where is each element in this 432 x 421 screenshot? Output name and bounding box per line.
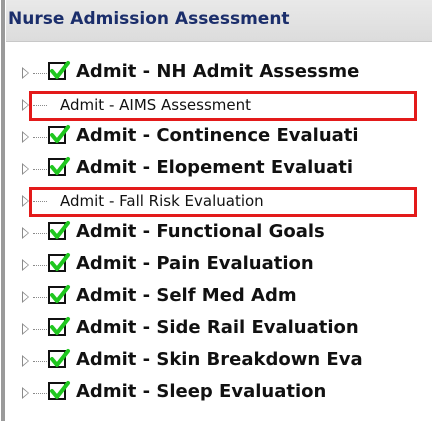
- tree-item-label: Admit - Side Rail Evaluation: [76, 317, 359, 338]
- tree-item[interactable]: Admit - Side Rail Evaluation: [6, 314, 432, 346]
- tree-item[interactable]: Admit - Skin Breakdown Eva: [6, 346, 432, 378]
- green-checkmark-icon: [50, 61, 70, 79]
- tree-item-label: Admit - Skin Breakdown Eva: [76, 349, 363, 370]
- green-checkmark-icon: [50, 285, 70, 303]
- expander-triangle-icon[interactable]: [22, 387, 29, 399]
- tree-connector: [33, 297, 47, 298]
- expander-triangle-icon[interactable]: [22, 259, 29, 271]
- tree-item[interactable]: Admit - Functional Goals: [6, 218, 432, 250]
- tree-item[interactable]: Admit - Continence Evaluati: [6, 122, 432, 154]
- checked-checkbox-icon[interactable]: [48, 61, 70, 80]
- expander-triangle-icon[interactable]: [22, 291, 29, 303]
- checked-checkbox-icon[interactable]: [48, 317, 70, 336]
- page-title: Nurse Admission Assessment: [8, 9, 290, 29]
- green-checkmark-icon: [50, 381, 70, 399]
- tree-item-label: Admit - Continence Evaluati: [76, 125, 359, 146]
- green-checkmark-icon: [50, 157, 70, 175]
- checked-checkbox-icon[interactable]: [48, 285, 70, 304]
- expander-triangle-icon[interactable]: [22, 195, 29, 207]
- checked-checkbox-icon[interactable]: [48, 221, 70, 240]
- tree-connector: [33, 329, 47, 330]
- checked-checkbox-icon[interactable]: [48, 349, 70, 368]
- panel-header: Nurse Admission Assessment: [6, 0, 432, 42]
- green-checkmark-icon: [50, 253, 70, 271]
- expander-triangle-icon[interactable]: [22, 163, 29, 175]
- tree-item[interactable]: Admit - Elopement Evaluati: [6, 154, 432, 186]
- tree-item-label: Admit - Functional Goals: [76, 221, 325, 242]
- green-checkmark-icon: [50, 349, 70, 367]
- tree-item-label: Admit - Self Med Adm: [76, 285, 297, 306]
- expander-triangle-icon[interactable]: [22, 227, 29, 239]
- tree-item[interactable]: Admit - Sleep Evaluation: [6, 378, 432, 410]
- checked-checkbox-icon[interactable]: [48, 125, 70, 144]
- green-checkmark-icon: [50, 317, 70, 335]
- tree-item-label: Admit - NH Admit Assessme: [76, 61, 360, 82]
- highlight-box: [29, 187, 417, 217]
- tree-connector: [33, 393, 47, 394]
- expander-triangle-icon[interactable]: [22, 355, 29, 367]
- expander-triangle-icon[interactable]: [22, 99, 29, 111]
- expander-triangle-icon[interactable]: [22, 67, 29, 79]
- tree-connector: [33, 169, 47, 170]
- tree-item-label: Admit - Elopement Evaluati: [76, 157, 354, 178]
- tree-item[interactable]: Admit - Pain Evaluation: [6, 250, 432, 282]
- checked-checkbox-icon[interactable]: [48, 253, 70, 272]
- left-border: [1, 0, 5, 421]
- green-checkmark-icon: [50, 125, 70, 143]
- tree-connector: [33, 265, 47, 266]
- checked-checkbox-icon[interactable]: [48, 381, 70, 400]
- tree-item-label: Admit - Sleep Evaluation: [76, 381, 327, 402]
- tree-connector: [33, 361, 47, 362]
- expander-triangle-icon[interactable]: [22, 323, 29, 335]
- expander-triangle-icon[interactable]: [22, 131, 29, 143]
- checked-checkbox-icon[interactable]: [48, 157, 70, 176]
- tree-connector: [33, 73, 47, 74]
- green-checkmark-icon: [50, 221, 70, 239]
- tree-item-label: Admit - Pain Evaluation: [76, 253, 314, 274]
- tree-item[interactable]: Admit - NH Admit Assessme: [6, 58, 432, 90]
- tree-connector: [33, 137, 47, 138]
- tree-item[interactable]: Admit - Self Med Adm: [6, 282, 432, 314]
- highlight-box: [29, 91, 417, 121]
- tree-connector: [33, 233, 47, 234]
